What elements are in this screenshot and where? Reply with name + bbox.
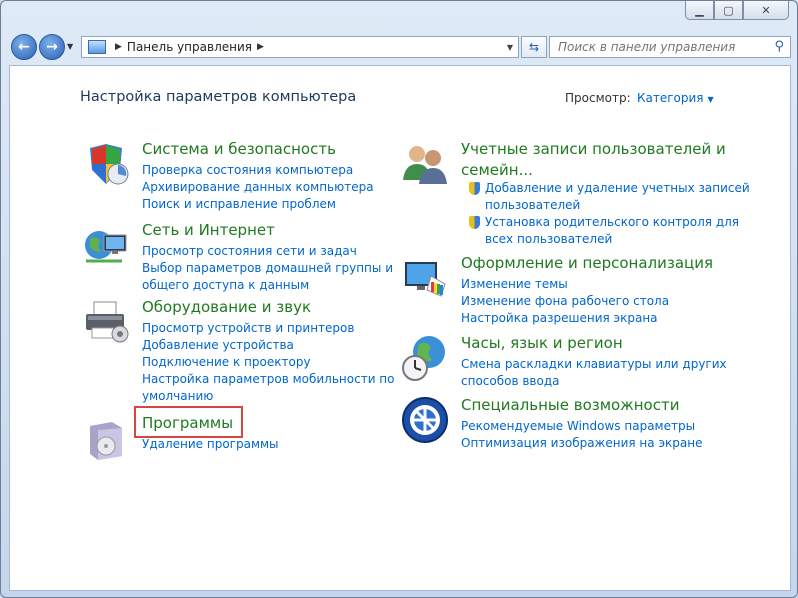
chevron-right-icon[interactable]: ▶ (257, 42, 264, 52)
minimize-button[interactable]: ▁ (685, 1, 714, 20)
link-change-theme[interactable]: Изменение темы (461, 276, 669, 293)
forward-button[interactable]: → (39, 34, 65, 60)
network-globe-icon[interactable] (82, 221, 130, 269)
link-add-remove-accounts-cont[interactable]: пользователей (469, 197, 750, 214)
category-title[interactable]: Учетные записи пользователей и семейн... (461, 140, 726, 179)
maximize-button[interactable]: ▢ (714, 1, 743, 20)
link-homegroup-options[interactable]: Выбор параметров домашней группы и (142, 260, 393, 277)
link-troubleshoot[interactable]: Поиск и исправление проблем (142, 196, 374, 213)
refresh-button[interactable]: ⇆ (521, 36, 547, 58)
navigation-toolbar: ← → ▼ ▶ Панель управления ▶ ▼ ⇆ ⚲ (9, 33, 791, 61)
breadcrumb-control-panel[interactable]: Панель управления (127, 40, 252, 54)
view-by-value[interactable]: Категория (637, 91, 704, 105)
users-icon[interactable] (401, 140, 449, 188)
chevron-right-icon[interactable]: ▶ (115, 42, 122, 52)
view-by-label: Просмотр: (565, 91, 631, 105)
caption-buttons: ▁ ▢ ✕ (685, 1, 789, 20)
ease-of-access-icon[interactable] (401, 396, 449, 444)
link-mobility-settings-cont[interactable]: умолчанию (142, 388, 395, 405)
address-dropdown-icon[interactable]: ▼ (507, 43, 513, 52)
category-title-line2[interactable]: семейн... (461, 161, 726, 179)
category-title[interactable]: Специальные возможности (461, 396, 679, 414)
content-area: Настройка параметров компьютера Просмотр… (9, 65, 791, 591)
search-icon[interactable]: ⚲ (774, 39, 784, 54)
category-title-line1[interactable]: Учетные записи пользователей и (461, 140, 726, 158)
refresh-icon: ⇆ (528, 40, 540, 54)
category-title[interactable]: Система и безопасность (142, 140, 336, 158)
link-screen-resolution[interactable]: Настройка разрешения экрана (461, 310, 669, 327)
link-connect-projector[interactable]: Подключение к проектору (142, 354, 395, 371)
link-change-keyboard-cont[interactable]: способов ввода (461, 373, 727, 390)
view-by-dropdown[interactable]: Категория ▼ (637, 91, 714, 105)
security-shield-icon[interactable] (82, 140, 130, 188)
link-change-keyboard[interactable]: Смена раскладки клавиатуры или других (461, 356, 727, 373)
arrow-left-icon: ← (18, 39, 30, 55)
back-button[interactable]: ← (11, 34, 37, 60)
link-change-background[interactable]: Изменение фона рабочего стола (461, 293, 669, 310)
address-bar[interactable]: ▶ Панель управления ▶ ▼ (81, 36, 519, 58)
link-parental-controls-cont[interactable]: всех пользователей (469, 231, 750, 248)
highlight-frame (134, 406, 243, 438)
appearance-monitor-icon[interactable] (401, 254, 449, 302)
link-add-remove-accounts[interactable]: Добавление и удаление учетных записей (469, 180, 750, 197)
recent-pages-dropdown[interactable]: ▼ (67, 42, 73, 51)
link-check-computer-status[interactable]: Проверка состояния компьютера (142, 162, 374, 179)
link-parental-controls[interactable]: Установка родительского контроля для (469, 214, 750, 231)
clock-globe-icon[interactable] (401, 334, 449, 382)
control-panel-window: ▁ ▢ ✕ ← → ▼ ▶ Панель управления ▶ ▼ ⇆ ⚲ … (0, 0, 798, 598)
link-uninstall-program[interactable]: Удаление программы (142, 436, 279, 453)
chevron-down-icon[interactable]: ▼ (708, 95, 714, 104)
search-box[interactable]: ⚲ (549, 36, 791, 58)
category-title[interactable]: Часы, язык и регион (461, 334, 623, 352)
control-panel-icon (88, 40, 106, 54)
link-optimize-display[interactable]: Оптимизация изображения на экране (461, 435, 702, 452)
link-homegroup-options-cont[interactable]: общего доступа к данным (142, 277, 393, 294)
printer-icon[interactable] (82, 298, 130, 346)
category-title[interactable]: Оформление и персонализация (461, 254, 713, 272)
page-title: Настройка параметров компьютера (80, 89, 357, 105)
close-button[interactable]: ✕ (743, 1, 789, 20)
link-recommended-settings[interactable]: Рекомендуемые Windows параметры (461, 418, 702, 435)
arrow-right-icon: → (46, 39, 58, 55)
link-devices-printers[interactable]: Просмотр устройств и принтеров (142, 320, 395, 337)
category-title[interactable]: Сеть и Интернет (142, 221, 275, 239)
programs-box-icon[interactable] (82, 414, 130, 462)
link-network-status[interactable]: Просмотр состояния сети и задач (142, 243, 393, 260)
category-title[interactable]: Оборудование и звук (142, 298, 311, 316)
link-backup-computer[interactable]: Архивирование данных компьютера (142, 179, 374, 196)
link-add-device[interactable]: Добавление устройства (142, 337, 395, 354)
search-input[interactable] (556, 39, 770, 55)
link-mobility-settings[interactable]: Настройка параметров мобильности по (142, 371, 395, 388)
